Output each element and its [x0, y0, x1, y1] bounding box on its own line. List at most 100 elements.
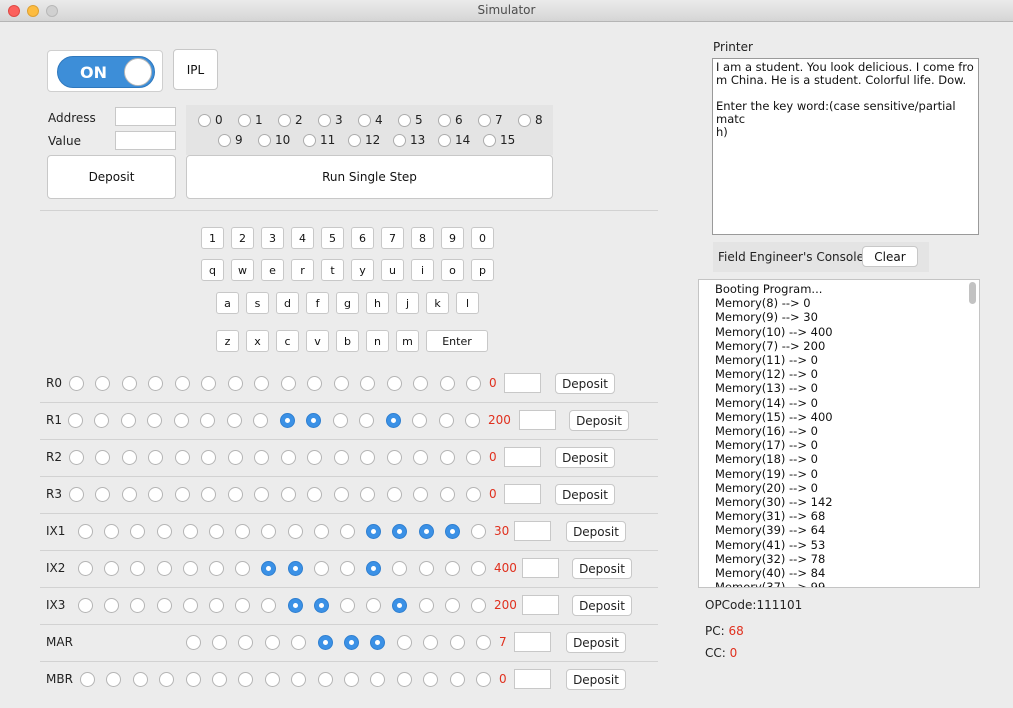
key-6[interactable]: 6 — [351, 227, 374, 249]
register-bit-7[interactable] — [261, 598, 277, 613]
register-deposit-button[interactable]: Deposit — [566, 521, 626, 542]
register-bit-14[interactable] — [439, 450, 455, 465]
register-bit-11[interactable] — [360, 487, 375, 502]
register-deposit-button[interactable]: Deposit — [555, 484, 615, 505]
memory-radio-12[interactable] — [348, 134, 361, 147]
register-bit-0[interactable] — [185, 635, 201, 650]
memory-radio-15[interactable] — [483, 134, 496, 147]
register-bit-0[interactable] — [68, 450, 84, 465]
power-toggle[interactable]: ON — [57, 56, 155, 88]
register-bit-11[interactable] — [360, 450, 375, 465]
register-bit-1[interactable] — [106, 672, 122, 687]
register-bit-3[interactable] — [156, 598, 172, 613]
register-bit-11[interactable] — [366, 524, 382, 539]
register-bit-0[interactable] — [78, 598, 93, 613]
key-n[interactable]: n — [366, 330, 389, 352]
register-bit-11[interactable] — [476, 635, 491, 650]
key-9[interactable]: 9 — [441, 227, 464, 249]
register-bit-13[interactable] — [413, 450, 428, 465]
register-bit-1[interactable] — [104, 598, 120, 613]
register-bit-5[interactable] — [212, 672, 227, 687]
register-bit-14[interactable] — [444, 598, 460, 613]
key-h[interactable]: h — [366, 292, 389, 314]
register-bit-3[interactable] — [148, 376, 163, 391]
register-bit-7[interactable] — [254, 450, 269, 465]
key-k[interactable]: k — [426, 292, 449, 314]
register-bit-10[interactable] — [340, 561, 355, 576]
register-bit-12[interactable] — [385, 413, 401, 428]
register-bit-8[interactable] — [279, 413, 295, 428]
register-bit-10[interactable] — [449, 635, 465, 650]
key-b[interactable]: b — [336, 330, 359, 352]
console-output[interactable]: Booting Program... Memory(8) --> 0 Memory(… — [698, 279, 980, 588]
register-bit-8[interactable] — [396, 635, 412, 650]
register-bit-7[interactable] — [254, 487, 269, 502]
register-bit-1[interactable] — [94, 413, 109, 428]
register-bit-6[interactable] — [226, 413, 242, 428]
register-bit-10[interactable] — [340, 598, 355, 613]
register-bit-6[interactable] — [227, 376, 243, 391]
register-bit-12[interactable] — [386, 450, 402, 465]
key-4[interactable]: 4 — [291, 227, 314, 249]
register-bit-13[interactable] — [412, 413, 427, 428]
register-bit-10[interactable] — [332, 413, 348, 428]
memory-radio-11[interactable] — [303, 134, 316, 147]
register-bit-3[interactable] — [156, 561, 172, 576]
register-bit-0[interactable] — [80, 672, 95, 687]
key-s[interactable]: s — [246, 292, 269, 314]
register-input[interactable] — [504, 484, 541, 504]
register-deposit-button[interactable]: Deposit — [572, 558, 632, 579]
memory-radio-10[interactable] — [258, 134, 271, 147]
register-bit-5[interactable] — [209, 561, 224, 576]
register-bit-13[interactable] — [413, 376, 428, 391]
register-bit-6[interactable] — [235, 598, 251, 613]
register-bit-6[interactable] — [238, 672, 254, 687]
register-bit-15[interactable] — [471, 524, 486, 539]
register-input[interactable] — [514, 521, 551, 541]
register-deposit-button[interactable]: Deposit — [555, 373, 615, 394]
memory-radio-8[interactable] — [518, 114, 531, 127]
key-o[interactable]: o — [441, 259, 464, 281]
register-bit-9[interactable] — [307, 450, 322, 465]
register-bit-10[interactable] — [340, 524, 355, 539]
register-bit-15[interactable] — [471, 561, 486, 576]
register-bit-13[interactable] — [418, 561, 434, 576]
register-bit-3[interactable] — [156, 524, 172, 539]
register-bit-4[interactable] — [291, 635, 307, 650]
register-bit-0[interactable] — [78, 561, 93, 576]
register-bit-6[interactable] — [227, 487, 243, 502]
register-bit-5[interactable] — [201, 376, 216, 391]
key-q[interactable]: q — [201, 259, 224, 281]
key-f[interactable]: f — [306, 292, 329, 314]
memory-radio-7[interactable] — [478, 114, 491, 127]
register-bit-15[interactable] — [466, 487, 481, 502]
ipl-button[interactable]: IPL — [173, 49, 218, 90]
register-bit-8[interactable] — [291, 672, 307, 687]
key-l[interactable]: l — [456, 292, 479, 314]
register-bit-12[interactable] — [386, 376, 402, 391]
register-bit-1[interactable] — [95, 376, 110, 391]
register-bit-7[interactable] — [253, 413, 268, 428]
register-bit-2[interactable] — [130, 561, 146, 576]
register-bit-5[interactable] — [209, 524, 224, 539]
register-bit-15[interactable] — [471, 598, 486, 613]
register-bit-5[interactable] — [201, 450, 216, 465]
register-bit-14[interactable] — [449, 672, 465, 687]
register-bit-9[interactable] — [306, 413, 321, 428]
register-bit-10[interactable] — [333, 376, 349, 391]
key-2[interactable]: 2 — [231, 227, 254, 249]
register-bit-13[interactable] — [418, 524, 434, 539]
console-scrollbar[interactable] — [969, 282, 976, 304]
register-bit-1[interactable] — [95, 450, 110, 465]
key-m[interactable]: m — [396, 330, 419, 352]
value-input[interactable] — [115, 131, 176, 150]
register-bit-4[interactable] — [174, 376, 190, 391]
register-bit-15[interactable] — [466, 450, 481, 465]
memory-radio-3[interactable] — [318, 114, 331, 127]
register-bit-10[interactable] — [333, 450, 349, 465]
memory-radio-9[interactable] — [218, 134, 231, 147]
register-bit-9[interactable] — [317, 672, 333, 687]
printer-output[interactable]: I am a student. You look delicious. I co… — [712, 58, 979, 235]
clear-console-button[interactable]: Clear — [862, 246, 918, 267]
register-bit-12[interactable] — [392, 598, 408, 613]
